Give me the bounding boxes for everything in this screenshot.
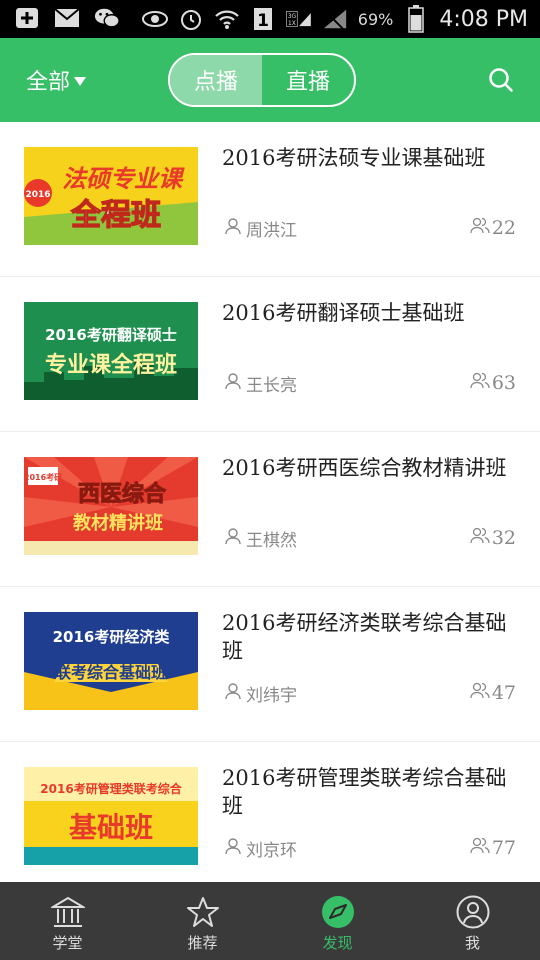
course-students: 47 — [470, 681, 516, 704]
person-icon — [224, 217, 242, 240]
battery-icon — [403, 5, 429, 33]
nav-label: 发现 — [322, 934, 353, 952]
course-teacher: 王棋然 — [224, 526, 297, 551]
course-teacher: 周洪江 — [224, 216, 297, 241]
svg-text:1: 1 — [257, 11, 269, 31]
add-notification-icon — [14, 6, 40, 30]
course-teacher: 刘京环 — [224, 836, 297, 861]
top-app-bar: 全部 点播 直播 — [0, 38, 540, 122]
student-count: 32 — [491, 526, 516, 549]
course-list-item[interactable]: 2016 法硕专业课 全程班 2016考研法硕专业课基础班 周洪江 22 — [0, 122, 540, 277]
student-count: 77 — [491, 836, 516, 859]
nav-label: 学堂 — [52, 934, 83, 952]
course-title: 2016考研翻译硕士基础班 — [222, 301, 465, 325]
nav-item-recommend[interactable]: 推荐 — [135, 882, 270, 960]
course-list-item[interactable]: 2016考研翻译硕士 专业课全程班 2016考研翻译硕士基础班 王长亮 63 — [0, 277, 540, 432]
star-icon — [185, 894, 221, 930]
wifi-icon — [214, 7, 240, 31]
tab-live[interactable]: 直播 — [262, 55, 354, 105]
mode-segmented-control: 点播 直播 — [168, 53, 356, 107]
teacher-name: 王棋然 — [246, 531, 297, 551]
category-filter-dropdown[interactable]: 全部 — [26, 64, 87, 96]
student-count: 63 — [491, 371, 516, 394]
course-teacher: 王长亮 — [224, 371, 297, 396]
student-count: 22 — [491, 216, 516, 239]
group-icon — [470, 216, 490, 239]
nav-item-school[interactable]: 学堂 — [0, 882, 135, 960]
thumb-line2: 全程班 — [70, 198, 161, 233]
nav-label: 我 — [464, 934, 480, 952]
sim-badge-icon: 1 — [250, 7, 276, 31]
teacher-name: 刘京环 — [246, 841, 297, 861]
wechat-icon — [94, 6, 120, 30]
course-title: 2016考研管理类联考综合基础班 — [222, 766, 507, 818]
course-students: 32 — [470, 526, 516, 549]
course-thumbnail: 2016考研管理类联考综合 基础班 — [24, 767, 198, 865]
course-list: 2016 法硕专业课 全程班 2016考研法硕专业课基础班 周洪江 22 201… — [0, 122, 540, 882]
thumb-line1: 西医综合 — [78, 481, 167, 507]
alarm-icon — [178, 7, 204, 31]
school-icon — [50, 894, 86, 930]
course-students: 63 — [470, 371, 516, 394]
course-title: 2016考研西医综合教材精讲班 — [222, 456, 507, 480]
thumb-badge: 2016 — [25, 190, 50, 200]
thumb-line1: 2016考研翻译硕士 — [45, 326, 177, 344]
course-list-item[interactable]: 2016考研 西医综合 教材精讲班 2016考研西医综合教材精讲班 王棋然 32 — [0, 432, 540, 587]
course-teacher: 刘纬宇 — [224, 681, 297, 706]
nav-item-discover[interactable]: 发现 — [270, 882, 405, 960]
eye-icon — [141, 7, 168, 31]
person-icon — [224, 682, 242, 705]
course-thumbnail: 2016考研翻译硕士 专业课全程班 — [24, 302, 198, 400]
thumb-badge: 2016考研 — [24, 472, 62, 482]
course-students: 22 — [470, 216, 516, 239]
bottom-navigation: 学堂 推荐 发现 我 — [0, 882, 540, 960]
course-students: 77 — [470, 836, 516, 859]
svg-text:1X: 1X — [288, 21, 296, 27]
course-thumbnail: 2016考研 西医综合 教材精讲班 — [24, 457, 198, 555]
teacher-name: 刘纬宇 — [246, 686, 297, 706]
thumb-line1: 2016考研经济类 — [53, 628, 171, 646]
thumb-line2: 专业课全程班 — [45, 352, 177, 378]
group-icon — [470, 681, 490, 704]
dropdown-arrow-icon — [74, 76, 87, 86]
status-bar: 1 3G 1X 69% 4:08 PM — [0, 0, 540, 38]
course-title: 2016考研法硕专业课基础班 — [222, 146, 486, 170]
signal-3g-icon: 3G 1X — [286, 7, 312, 31]
nav-label: 推荐 — [187, 934, 218, 952]
teacher-name: 周洪江 — [246, 221, 297, 241]
svg-text:3G: 3G — [288, 14, 297, 20]
group-icon — [470, 836, 490, 859]
category-filter-label: 全部 — [26, 70, 71, 95]
email-icon — [54, 6, 80, 30]
clock: 4:08 PM — [439, 6, 528, 32]
group-icon — [470, 526, 490, 549]
user-icon — [455, 894, 491, 930]
thumb-line2: 联考综合基础班 — [55, 663, 167, 682]
person-icon — [224, 837, 242, 860]
thumb-line2: 基础班 — [69, 811, 153, 844]
thumb-line2: 教材精讲班 — [73, 512, 163, 534]
compass-icon — [320, 894, 356, 930]
course-thumbnail: 2016 法硕专业课 全程班 — [24, 147, 198, 245]
thumb-line1: 2016考研管理类联考综合 — [40, 781, 182, 796]
search-icon[interactable] — [488, 67, 514, 93]
course-thumbnail: 2016考研经济类 联考综合基础班 — [24, 612, 198, 710]
battery-percent: 69% — [357, 9, 394, 29]
teacher-name: 王长亮 — [246, 376, 297, 396]
group-icon — [470, 371, 490, 394]
nav-item-me[interactable]: 我 — [405, 882, 540, 960]
course-list-item[interactable]: 2016考研经济类 联考综合基础班 2016考研经济类联考综合基础班 刘纬宇 4… — [0, 587, 540, 742]
student-count: 47 — [491, 681, 516, 704]
thumb-line1: 法硕专业课 — [62, 165, 185, 193]
course-title: 2016考研经济类联考综合基础班 — [222, 611, 507, 663]
signal-icon — [322, 7, 348, 31]
person-icon — [224, 372, 242, 395]
tab-on-demand[interactable]: 点播 — [170, 55, 262, 105]
person-icon — [224, 527, 242, 550]
course-list-item[interactable]: 2016考研管理类联考综合 基础班 2016考研管理类联考综合基础班 刘京环 7… — [0, 742, 540, 882]
